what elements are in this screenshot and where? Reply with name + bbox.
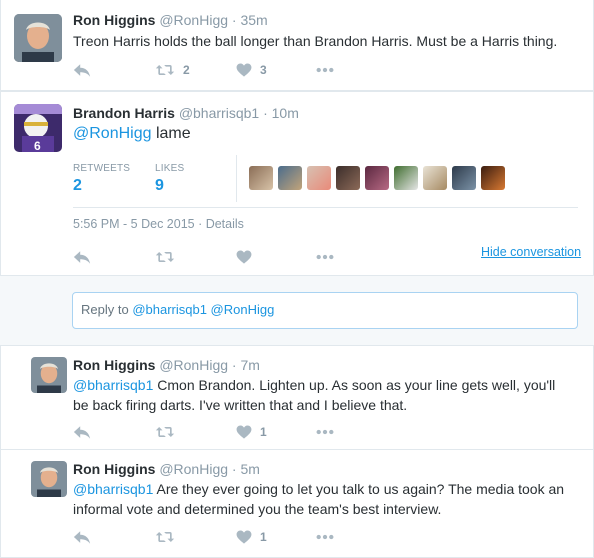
reply-input[interactable]: Reply to @bharrisqb1 @RonHigg (72, 292, 578, 329)
tweet-text: @bharrisqb1 Cmon Brandon. Lighten up. As… (73, 375, 555, 415)
retweet-icon (155, 250, 175, 264)
author-handle[interactable]: @bharrisqb1 (179, 105, 259, 121)
timestamp[interactable]: · 7m (232, 357, 260, 373)
tweet-body: be back firing darts. I've written that … (73, 397, 408, 413)
more-button[interactable] (316, 423, 334, 441)
reply-button[interactable] (73, 423, 91, 441)
liker-avatar[interactable] (452, 166, 476, 190)
main-tweet-card[interactable]: 6 Brandon Harris @bharrisqb1 · 10m @RonH… (0, 91, 594, 276)
mention-link[interactable]: @bharrisqb1 (73, 481, 153, 497)
heart-icon (236, 63, 252, 77)
reply-button[interactable] (73, 248, 91, 266)
tweet-body: Are they ever going to let you talk to u… (153, 481, 565, 497)
more-button[interactable] (316, 528, 334, 546)
like-button[interactable] (236, 248, 252, 266)
liker-avatar[interactable] (394, 166, 418, 190)
retweet-button[interactable]: 2 (155, 61, 190, 79)
liker-avatar[interactable] (278, 166, 302, 190)
heart-icon (236, 425, 252, 439)
reply-icon (73, 530, 91, 545)
tweet-header: Brandon Harris @bharrisqb1 · 10m (73, 105, 299, 121)
reply-card[interactable]: Ron Higgins @RonHigg · 5m @bharrisqb1 Ar… (0, 450, 594, 558)
tweet-text: Treon Harris holds the ball longer than … (73, 33, 558, 49)
retweet-icon (155, 63, 175, 77)
liker-avatar[interactable] (307, 166, 331, 190)
tweet-header: Ron Higgins @RonHigg · 35m (73, 12, 268, 28)
likers-avatars (249, 166, 505, 190)
retweets-count[interactable]: 2 (73, 177, 82, 195)
author-name[interactable]: Ron Higgins (73, 357, 155, 373)
tweet-text: @bharrisqb1 Are they ever going to let y… (73, 479, 564, 519)
reply-card[interactable]: Ron Higgins @RonHigg · 7m @bharrisqb1 Cm… (0, 345, 594, 450)
heart-icon (236, 250, 252, 264)
more-icon (316, 429, 334, 435)
like-button[interactable]: 1 (236, 528, 267, 546)
liker-avatar[interactable] (423, 166, 447, 190)
retweet-button[interactable] (155, 423, 175, 441)
tweet-header: Ron Higgins @RonHigg · 5m (73, 461, 260, 477)
author-name[interactable]: Brandon Harris (73, 105, 175, 121)
hide-conversation-link[interactable]: Hide conversation (481, 245, 581, 259)
timestamp[interactable]: · 10m (263, 105, 299, 121)
mention-link[interactable]: @bharrisqb1 (73, 377, 153, 393)
timestamp[interactable]: · 5m (232, 461, 260, 477)
author-handle[interactable]: @RonHigg (159, 12, 228, 28)
tweet-body: informal vote and determined you the tea… (73, 501, 442, 517)
tweet-text: @RonHigg lame (73, 123, 191, 145)
like-count: 1 (260, 425, 267, 439)
author-handle[interactable]: @RonHigg (159, 357, 228, 373)
reply-icon (73, 63, 91, 78)
tweet-header: Ron Higgins @RonHigg · 7m (73, 357, 260, 373)
divider (73, 207, 578, 208)
tweet-card[interactable]: Ron Higgins @RonHigg · 35m Treon Harris … (0, 0, 594, 91)
avatar[interactable] (14, 14, 62, 62)
author-name[interactable]: Ron Higgins (73, 461, 155, 477)
more-icon (316, 254, 334, 260)
liker-avatar[interactable] (365, 166, 389, 190)
more-icon (316, 67, 334, 73)
author-handle[interactable]: @RonHigg (159, 461, 228, 477)
divider (236, 155, 237, 202)
retweet-button[interactable] (155, 528, 175, 546)
retweet-count: 2 (183, 63, 190, 77)
mention-link[interactable]: @RonHigg (73, 125, 152, 142)
avatar[interactable]: 6 (14, 104, 62, 152)
svg-text:6: 6 (34, 139, 41, 152)
avatar[interactable] (31, 461, 67, 497)
like-button[interactable]: 3 (236, 61, 267, 79)
retweet-icon (155, 530, 175, 544)
more-button[interactable] (316, 248, 334, 266)
liker-avatar[interactable] (336, 166, 360, 190)
retweet-button[interactable] (155, 248, 175, 266)
like-count: 3 (260, 63, 267, 77)
retweets-label: RETWEETS (73, 163, 131, 174)
tweet-body: lame (151, 125, 191, 142)
retweet-icon (155, 425, 175, 439)
avatar[interactable] (31, 357, 67, 393)
heart-icon (236, 530, 252, 544)
reply-icon (73, 425, 91, 440)
liker-avatar[interactable] (249, 166, 273, 190)
liker-avatar[interactable] (481, 166, 505, 190)
reply-prefix: Reply to (81, 302, 133, 317)
likes-label: LIKES (155, 163, 185, 174)
reply-icon (73, 250, 91, 265)
more-button[interactable] (316, 61, 334, 79)
tweet-datetime[interactable]: 5:56 PM - 5 Dec 2015 · Details (73, 217, 244, 231)
more-icon (316, 534, 334, 540)
reply-mentions: @bharrisqb1 @RonHigg (132, 302, 275, 317)
like-count: 1 (260, 530, 267, 544)
timestamp[interactable]: · 35m (232, 12, 268, 28)
tweet-body: Cmon Brandon. Lighten up. As soon as you… (153, 377, 556, 393)
likes-count[interactable]: 9 (155, 177, 164, 195)
like-button[interactable]: 1 (236, 423, 267, 441)
reply-button[interactable] (73, 61, 91, 79)
reply-button[interactable] (73, 528, 91, 546)
author-name[interactable]: Ron Higgins (73, 12, 155, 28)
